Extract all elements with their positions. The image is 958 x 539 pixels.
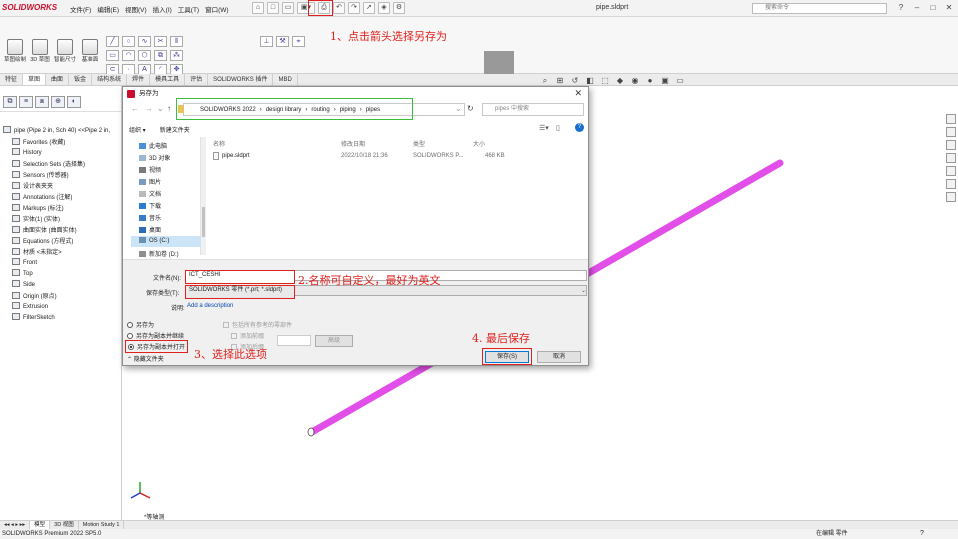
nav-this-pc[interactable]: 此电脑 [139, 141, 167, 150]
radio-save-as-copy-continue[interactable]: 另存为副本并继续 [127, 331, 184, 340]
file-explorer-icon[interactable] [946, 140, 956, 150]
annotation-step-4: 4. 最后保存 [472, 332, 530, 345]
checkbox[interactable] [231, 333, 237, 339]
chevron-up-icon: ⌃ [127, 357, 134, 363]
annotation-step-3: 3、选择此选项 [194, 348, 267, 361]
column-name-header[interactable]: 名称 [213, 139, 225, 148]
tab-3d-views[interactable]: 3D 视图 [50, 521, 79, 529]
preview-pane-icon[interactable]: ▯ [556, 124, 560, 132]
triad-z-axis [130, 492, 141, 499]
nav-3d-objects[interactable]: 3D 对象 [139, 153, 170, 162]
back-arrow-icon[interactable]: ← [131, 104, 139, 113]
navigation-pane: 此电脑 3D 对象 视频 图片 文档 下载 音乐 桌面 OS (C:) 新加卷 … [131, 137, 201, 258]
suffix-input[interactable] [277, 335, 311, 346]
tab-nav-arrows[interactable]: ◂◂ ◂ ▸ ▸▸ [0, 521, 31, 529]
solidworks-resources-icon[interactable] [946, 114, 956, 124]
save-as-dialog: 另存为 ✕ ← → ⌄ ↑ SOLIDWORKS 2022 › design li… [122, 86, 589, 366]
save-button[interactable]: 保存(S) [485, 351, 529, 363]
filetype-label: 保存类型(T): [146, 291, 180, 297]
computer-icon [139, 143, 146, 149]
help-icon[interactable]: ? [920, 529, 924, 539]
nav-drive-d[interactable]: 新加卷 (D:) [139, 249, 179, 258]
file-name[interactable]: pipe.sldprt [222, 153, 250, 159]
new-folder-button[interactable]: 新建文件夹 [160, 125, 190, 134]
pipe-end-face [307, 427, 315, 437]
folder-search-input[interactable]: pipes 中搜索 [482, 103, 584, 116]
filetype-dropdown-icon[interactable]: ⌄ [581, 287, 586, 294]
solidworks-app-icon [127, 90, 135, 98]
add-description-link[interactable]: Add a description [187, 303, 233, 309]
filetype-select[interactable]: SOLIDWORKS 零件 (*.prt; *.sldprt) [185, 285, 295, 299]
column-type-header[interactable]: 类型 [413, 139, 425, 148]
up-arrow-icon[interactable]: ↑ [167, 104, 171, 113]
organize-menu[interactable]: 组织 ▾ [129, 125, 146, 134]
dialog-title: 另存为 [139, 90, 159, 97]
file-size: 468 KB [485, 153, 505, 159]
download-icon [139, 203, 146, 209]
documents-icon [139, 191, 146, 197]
navigation-scrollbar[interactable] [201, 137, 206, 255]
help-icon[interactable]: ? [575, 123, 584, 132]
refresh-icon[interactable]: ↻ [467, 104, 474, 113]
pictures-icon [139, 179, 146, 185]
recent-locations-icon[interactable]: ⌄ [157, 104, 164, 113]
column-modified-header[interactable]: 修改日期 [341, 139, 365, 148]
checkbox-include-references[interactable]: 包括所有参考的零部件 [223, 320, 292, 329]
desktop-icon [139, 227, 146, 233]
bottom-tabs: ◂◂ ◂ ▸ ▸▸ 模型 3D 视图 Motion Study 1 [0, 520, 958, 529]
nav-desktop[interactable]: 桌面 [139, 225, 161, 234]
hide-folders-toggle[interactable]: ⌃ 隐藏文件夹 [127, 354, 164, 363]
radio-button[interactable] [127, 333, 133, 339]
drive-icon [139, 237, 146, 243]
advanced-button[interactable]: 高级 [315, 335, 353, 347]
filename-label: 文件名(N): [153, 276, 181, 282]
checkbox[interactable] [223, 322, 229, 328]
appearances-icon[interactable] [946, 166, 956, 176]
radio-button-selected[interactable] [128, 344, 134, 350]
sldprt-file-icon [213, 152, 219, 160]
nav-music[interactable]: 音乐 [139, 213, 161, 222]
dialog-close-icon[interactable]: ✕ [574, 88, 582, 99]
path-highlight-box [176, 98, 413, 120]
view-options-icon[interactable]: ☰▾ [539, 124, 549, 132]
dialog-toolbar: 组织 ▾ 新建文件夹 [129, 123, 585, 135]
triad-x-axis [139, 492, 151, 499]
status-bar: SOLIDWORKS Premium 2022 SP5.0 在编辑 零件 ? [0, 529, 958, 539]
nav-downloads[interactable]: 下载 [139, 201, 161, 210]
description-label: 说明: [171, 306, 185, 312]
cancel-button[interactable]: 取消 [537, 351, 581, 363]
annotation-step-2: 2.名称可自定义，最好为英文 [298, 274, 441, 287]
design-library-icon[interactable] [946, 127, 956, 137]
task-pane [946, 114, 958, 224]
status-editing: 在编辑 零件 [816, 531, 848, 537]
scrollbar-thumb[interactable] [202, 207, 205, 237]
nav-videos[interactable]: 视频 [139, 165, 161, 174]
file-type: SOLIDWORKS P... [413, 153, 464, 159]
nav-pictures[interactable]: 图片 [139, 177, 161, 186]
custom-properties-icon[interactable] [946, 179, 956, 189]
tab-motion-study[interactable]: Motion Study 1 [79, 521, 125, 529]
tab-model[interactable]: 模型 [30, 521, 51, 529]
address-dropdown-icon[interactable]: ⌄ [455, 104, 462, 113]
radio-button[interactable] [127, 322, 133, 328]
forward-arrow-icon[interactable]: → [145, 104, 153, 113]
nav-os-c[interactable]: OS (C:) [131, 236, 201, 247]
column-size-header[interactable]: 大小 [473, 139, 485, 148]
radio-save-as-copy-open[interactable]: 另存为副本并打开 [125, 340, 189, 353]
file-modified: 2022/10/18 21:36 [341, 153, 388, 159]
forum-icon[interactable] [946, 192, 956, 202]
view-palette-icon[interactable] [946, 153, 956, 163]
status-product-version: SOLIDWORKS Premium 2022 SP5.0 [2, 531, 102, 537]
nav-documents[interactable]: 文档 [139, 189, 161, 198]
music-icon [139, 215, 146, 221]
filename-input[interactable]: ICT_CESHI [185, 270, 295, 284]
radio-save-as[interactable]: 另存为 [127, 320, 154, 329]
video-icon [139, 167, 146, 173]
drive-icon [139, 251, 146, 257]
checkbox-add-prefix[interactable]: 添加前缀 [231, 331, 264, 340]
3d-objects-icon [139, 155, 146, 161]
